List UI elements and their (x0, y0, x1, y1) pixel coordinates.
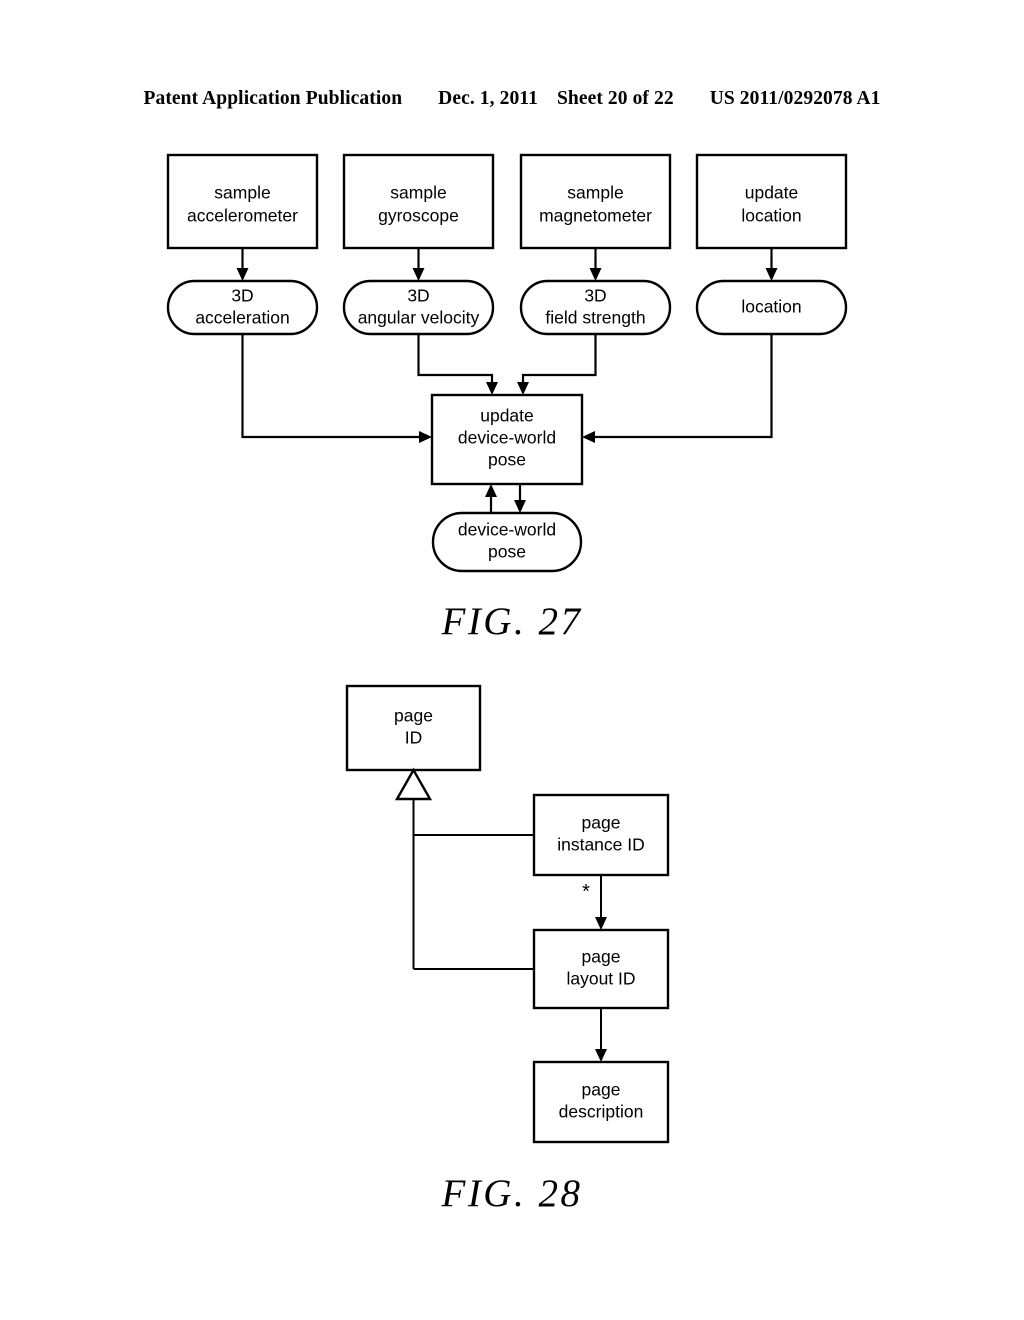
page-instance-id-label-line1: page (582, 813, 621, 833)
update-location-label-line1: update (745, 183, 799, 203)
node-sample-gyroscope: sample gyroscope (342, 153, 495, 250)
node-3d-acceleration: 3D acceleration (166, 279, 319, 336)
sample-accelerometer-label-line1: sample (214, 183, 270, 203)
page-id-label-line1: page (394, 706, 433, 726)
edge-page-layout-id-to-page-description (595, 1008, 607, 1062)
3d-acceleration-label-line1: 3D (231, 286, 253, 306)
edge-location-to-update-device-world-pose (582, 334, 773, 443)
device-world-pose-label-line1: device-world (458, 520, 556, 540)
edge-3d-field-strength-to-update-device-world-pose (517, 334, 597, 395)
edge-device-world-pose-to-update-device-world-pose (485, 484, 497, 513)
node-device-world-pose: device-world pose (431, 511, 583, 573)
edge-page-instance-id-to-page-layout-id: * (582, 875, 607, 930)
sample-gyroscope-label-line2: gyroscope (378, 206, 459, 226)
page-description-label-line2: description (559, 1102, 644, 1122)
node-page-id: page ID (345, 684, 482, 772)
edge-sample-gyroscope-to-3d-angular-velocity (412, 248, 425, 281)
3d-acceleration-label-line2: acceleration (195, 308, 289, 328)
node-page-description: page description (532, 1060, 670, 1144)
page-id-label-line2: ID (405, 728, 423, 748)
edge-sample-magnetometer-to-3d-field-strength (589, 248, 602, 281)
node-sample-magnetometer: sample magnetometer (519, 153, 672, 250)
figure-27-group: sample accelerometer sample gyroscope sa… (166, 153, 848, 643)
node-location: location (695, 279, 848, 336)
page-layout-id-label-line2: layout ID (566, 969, 635, 989)
edge-3d-angular-velocity-to-update-device-world-pose (417, 334, 498, 395)
edge-sample-accelerometer-to-3d-acceleration (236, 248, 249, 281)
device-world-pose-label-line2: pose (488, 542, 526, 562)
sample-accelerometer-label-line2: accelerometer (187, 206, 298, 226)
page-layout-id-label-line1: page (582, 947, 621, 967)
sample-magnetometer-label-line1: sample (567, 183, 623, 203)
3d-field-strength-label-line2: field strength (545, 308, 645, 328)
page-instance-id-label-line2: instance ID (557, 835, 645, 855)
node-update-device-world-pose: update device-world pose (430, 393, 584, 486)
node-page-instance-id: page instance ID (532, 793, 670, 877)
node-3d-field-strength: 3D field strength (519, 279, 672, 336)
edge-inheritance-spine (412, 799, 534, 970)
update-device-world-pose-label-line3: pose (488, 450, 526, 470)
node-update-location: update location (695, 153, 848, 250)
page-description-label-line1: page (582, 1080, 621, 1100)
3d-field-strength-label-line1: 3D (584, 286, 606, 306)
update-device-world-pose-label-line1: update (480, 406, 534, 426)
figure-28-group: page ID page instance ID * page layout I… (345, 684, 670, 1215)
generalization-triangle-icon (394, 767, 433, 801)
3d-angular-velocity-label-line2: angular velocity (358, 308, 480, 328)
edge-update-device-world-pose-to-device-world-pose (514, 484, 526, 513)
generalization-arrow-to-page-id (394, 767, 433, 801)
sample-gyroscope-label-line1: sample (390, 183, 446, 203)
edge-3d-acceleration-to-update-device-world-pose (241, 334, 432, 443)
sample-magnetometer-label-line2: magnetometer (539, 206, 652, 226)
multiplicity-star-label: * (582, 881, 590, 903)
edge-update-location-to-location (765, 248, 778, 281)
update-location-label-line2: location (741, 206, 801, 226)
3d-angular-velocity-label-line1: 3D (407, 286, 429, 306)
node-3d-angular-velocity: 3D angular velocity (342, 279, 495, 336)
node-page-layout-id: page layout ID (532, 928, 670, 1010)
location-label-line1: location (741, 297, 801, 317)
update-device-world-pose-label-line2: device-world (458, 428, 556, 448)
figure-28-caption: FIG. 28 (441, 1172, 583, 1215)
node-sample-accelerometer: sample accelerometer (166, 153, 319, 250)
patent-drawing-sheet: sample accelerometer sample gyroscope sa… (166, 153, 848, 1215)
figure-27-caption: FIG. 27 (441, 600, 583, 643)
